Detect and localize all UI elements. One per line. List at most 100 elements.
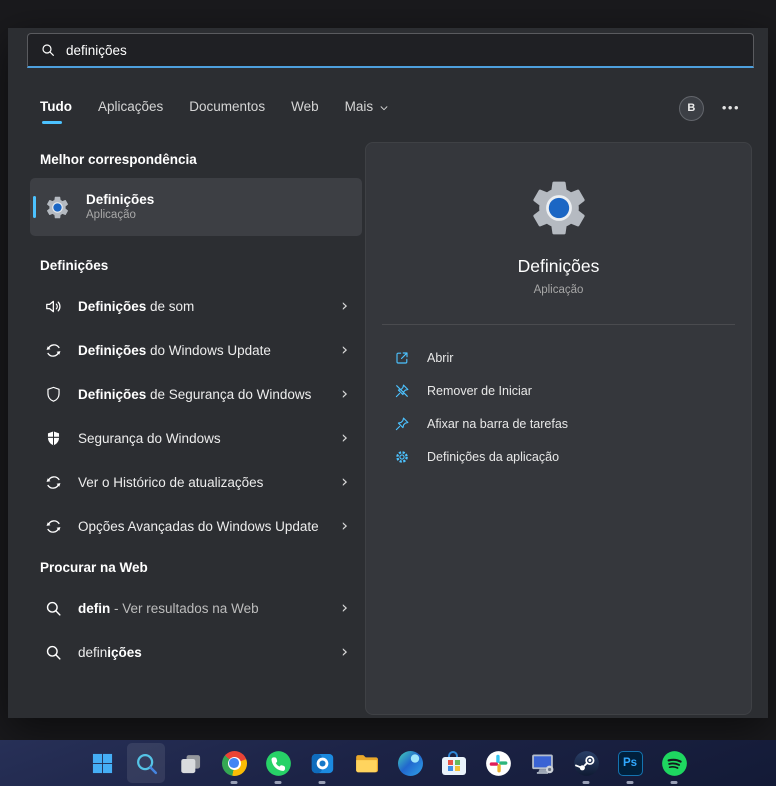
speaker-icon [44,297,63,316]
taskbar-chrome[interactable] [212,740,256,786]
result-text: Definições de Segurança do Windows [78,386,312,402]
search-box[interactable] [27,33,754,68]
tab-label: Documentos [189,98,266,114]
search-result-item[interactable]: Definições de som › [30,284,362,328]
running-indicator [274,781,282,784]
search-flyout: Tudo Aplicações Documentos Web Mais B ••• Me… [8,28,768,718]
section-header: Procurar na Web [40,559,148,575]
tab-label: Tudo [40,98,72,114]
action-abrir[interactable]: Abrir [366,341,751,374]
search-input[interactable] [66,42,741,58]
taskbar-search[interactable] [124,740,168,786]
chevron-right-icon[interactable]: › [335,385,354,403]
result-title: Definições [86,192,155,207]
whatsapp-icon [265,750,292,777]
taskbar-steam[interactable] [564,740,608,786]
taskbar-microsoft-store[interactable] [432,740,476,786]
open-icon [394,350,410,366]
search-icon [44,599,63,618]
chevron-right-icon[interactable]: › [335,297,354,315]
slack-icon [485,750,512,777]
tab-label: Web [291,98,319,114]
best-match-result[interactable]: Definições Aplicação [30,178,362,236]
chevron-right-icon[interactable]: › [335,429,354,447]
preview-subtitle: Aplicação [533,284,584,296]
chevron-right-icon[interactable]: › [335,517,354,535]
tab-mais[interactable]: Mais [345,93,390,124]
sync-icon [44,473,63,492]
taskbar-edge[interactable] [388,740,432,786]
section-header: Definições [40,257,109,273]
taskbar-task-view[interactable] [168,740,212,786]
microsoft-store-icon [441,750,468,777]
unpin-icon [394,383,410,399]
tab-tudo[interactable]: Tudo [40,93,72,124]
settings-icon [44,194,71,221]
taskbar-slack[interactable] [476,740,520,786]
search-icon [40,42,56,58]
file-explorer-icon [353,750,380,777]
spotify-icon [661,750,688,777]
action-label: Afixar na barra de tarefas [427,416,569,431]
search-result-item[interactable]: Ver o Histórico de atualizações › [30,460,362,504]
result-text: Ver o Histórico de atualizações [78,474,264,490]
taskbar-spotify[interactable] [652,740,696,786]
taskbar-whatsapp[interactable] [256,740,300,786]
search-result-item[interactable]: Definições de Segurança do Windows › [30,372,362,416]
tab-aplicações[interactable]: Aplicações [98,93,163,124]
tab-label: Mais [344,98,374,114]
tab-label: Aplicações [97,98,164,114]
chevron-right-icon[interactable]: › [335,473,354,491]
result-text: defin - Ver resultados na Web [78,600,259,616]
edge-icon [397,750,424,777]
taskbar-photoshop[interactable]: Ps [608,740,652,786]
shield-outline-icon [44,385,63,404]
sync-icon [44,517,63,536]
settings-app-icon [526,175,592,241]
taskbar-start[interactable] [80,740,124,786]
tab-documentos[interactable]: Documentos [189,93,265,124]
action-label: Abrir [427,350,454,365]
pin-icon [394,416,410,432]
steam-icon [573,750,600,777]
result-text: Definições do Windows Update [78,342,271,358]
desktop: Tudo Aplicações Documentos Web Mais B ••• Me… [0,0,776,786]
action-remover-de-iniciar[interactable]: Remover de Iniciar [366,374,751,407]
action-afixar-na-barra-de-tarefas[interactable]: Afixar na barra de tarefas [366,407,751,440]
divider [382,324,735,325]
taskbar-file-explorer[interactable] [344,740,388,786]
search-result-item[interactable]: Segurança do Windows › [30,416,362,460]
action-label: Definições da aplicação [427,449,560,464]
photoshop-icon: Ps [617,750,644,777]
action-defini-es-da-aplica-o[interactable]: Definições da aplicação [366,440,751,473]
search-icon [44,643,63,662]
action-label: Remover de Iniciar [427,383,532,398]
this-pc-icon [529,750,556,777]
gear-icon [394,449,410,465]
search-result-item[interactable]: definições › [30,630,362,674]
search-result-item[interactable]: defin - Ver resultados na Web › [30,586,362,630]
taskbar-this-pc[interactable] [520,740,564,786]
task-view-icon [177,750,204,777]
sync-icon [44,341,63,360]
account-avatar[interactable]: B [678,95,704,121]
outlook-icon [309,750,336,777]
search-icon [133,750,160,777]
running-indicator [582,781,590,784]
search-result-item[interactable]: Opções Avançadas do Windows Update › [30,504,362,548]
more-options-button[interactable]: ••• [722,101,740,114]
defender-icon [44,429,63,448]
tab-web[interactable]: Web [291,93,319,124]
result-text: definições [78,644,142,660]
search-result-item[interactable]: Definições do Windows Update › [30,328,362,372]
chevron-right-icon[interactable]: › [335,643,354,661]
taskbar-outlook[interactable] [300,740,344,786]
result-subtitle: Aplicação [86,209,136,221]
preview-actions: Abrir Remover de Iniciar Afixar na barra d… [366,341,751,473]
selection-accent-bar [33,196,36,218]
result-text: Segurança do Windows [78,430,221,446]
chevron-right-icon[interactable]: › [335,341,354,359]
chevron-right-icon[interactable]: › [335,599,354,617]
filter-tabs-row: Tudo Aplicações Documentos Web Mais B ••• [27,88,754,128]
running-indicator [670,781,678,784]
